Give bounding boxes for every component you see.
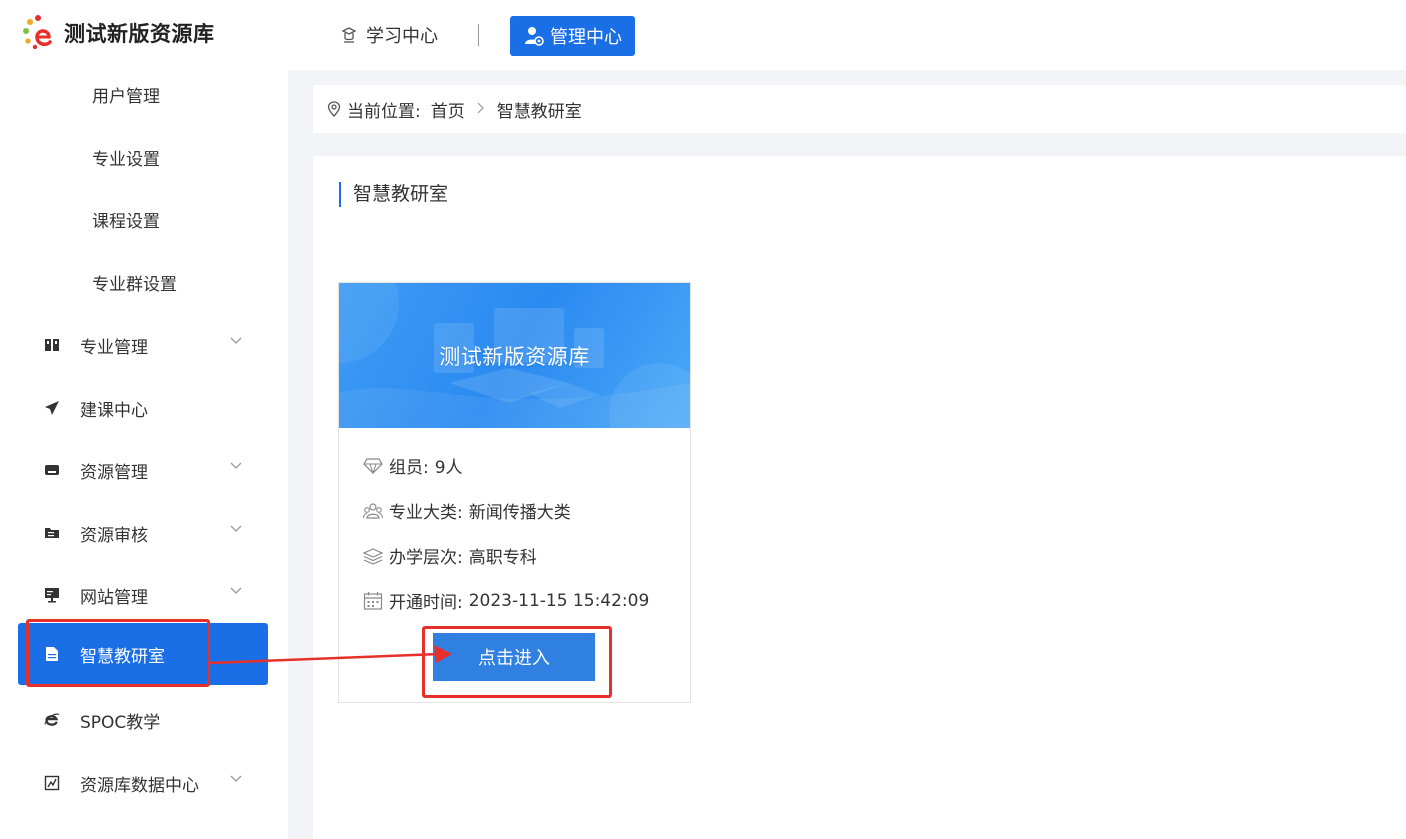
dashboard-icon (44, 775, 60, 791)
sidebar: 用户管理 专业设置 课程设置 专业群设置 专业管理 建课中心 资源管理 资源审核 (0, 70, 288, 839)
book-icon (44, 337, 60, 353)
card-members-row: 组员: 9人 (363, 453, 463, 478)
nav-divider (478, 24, 479, 46)
sidebar-item-label: SPOC教学 (80, 712, 161, 733)
diamond-icon (363, 457, 383, 475)
sidebar-item-label: 资源库数据中心 (80, 775, 199, 796)
breadcrumb-prefix: 当前位置: (347, 101, 421, 122)
nav-learning-center[interactable]: 学习中心 (340, 18, 438, 52)
chevron-down-icon (230, 518, 242, 538)
group-users-icon (363, 502, 383, 519)
nav-admin-center-label: 管理中心 (550, 27, 622, 48)
members-value: 9人 (434, 458, 463, 478)
category-label: 专业大类: (389, 503, 463, 523)
teaching-office-card: 测试新版资源库 组员: 9人 专业大类: 新闻传播大类 办学层次: 高职专科 开… (338, 282, 691, 703)
sidebar-item-smart-teaching-office[interactable]: 智慧教研室 (18, 623, 268, 685)
sidebar-subitem-major-settings[interactable]: 专业设置 (92, 145, 160, 170)
document-icon (44, 646, 60, 662)
card-banner-title: 测试新版资源库 (439, 344, 590, 369)
level-value: 高职专科 (468, 548, 537, 568)
sidebar-item-major-management[interactable]: 专业管理 (18, 314, 268, 376)
sidebar-item-spoc-teaching[interactable]: SPOC教学 (18, 689, 268, 751)
chevron-right-icon (477, 99, 485, 119)
page-title: 智慧教研室 (339, 182, 448, 207)
layers-icon (363, 547, 383, 565)
sidebar-subitem-user-management[interactable]: 用户管理 (92, 82, 160, 107)
card-level-row: 办学层次: 高职专科 (363, 543, 537, 568)
ie-icon (44, 712, 60, 728)
sidebar-item-label: 智慧教研室 (80, 646, 165, 667)
level-label: 办学层次: (389, 548, 463, 568)
graduation-icon (341, 27, 357, 43)
sidebar-item-resource-management[interactable]: 资源管理 (18, 439, 268, 501)
paper-plane-icon (44, 400, 60, 416)
sidebar-item-course-center[interactable]: 建课中心 (18, 377, 268, 439)
breadcrumb-home[interactable]: 首页 (431, 97, 465, 122)
logo-text: 测试新版资源库 (64, 22, 215, 46)
members-label: 组员: (389, 458, 429, 478)
folder-list-icon (44, 525, 60, 541)
chevron-down-icon (230, 580, 242, 600)
top-bar: 测试新版资源库 学习中心 管理中心 (0, 0, 1406, 70)
chevron-down-icon (230, 330, 242, 350)
sidebar-item-data-center[interactable]: 资源库数据中心 (18, 752, 268, 814)
breadcrumb-current: 智慧教研室 (496, 101, 582, 122)
sidebar-item-label: 资源审核 (80, 525, 148, 546)
sidebar-subitem-major-group-settings[interactable]: 专业群设置 (92, 270, 177, 295)
open-time-label: 开通时间: (389, 593, 463, 613)
logo-icon (22, 14, 60, 52)
sidebar-item-resource-review[interactable]: 资源审核 (18, 502, 268, 564)
nav-learning-center-label: 学习中心 (366, 26, 438, 47)
sidebar-item-label: 专业管理 (80, 337, 148, 358)
location-pin-icon (327, 101, 341, 117)
sidebar-item-label: 网站管理 (80, 587, 148, 608)
chevron-down-icon (230, 455, 242, 475)
breadcrumb: 当前位置: 首页 智慧教研室 (313, 85, 1406, 133)
card-banner: 测试新版资源库 (339, 283, 690, 428)
enter-button[interactable]: 点击进入 (433, 633, 595, 681)
calendar-icon (363, 591, 383, 610)
open-time-value: 2023-11-15 15:42:09 (468, 590, 650, 611)
chevron-down-icon (230, 768, 242, 788)
sidebar-item-website-management[interactable]: 网站管理 (18, 564, 268, 626)
inbox-icon (44, 462, 60, 478)
card-category-row: 专业大类: 新闻传播大类 (363, 498, 571, 523)
nav-admin-center[interactable]: 管理中心 (510, 16, 635, 56)
sidebar-item-label: 资源管理 (80, 462, 148, 483)
user-gear-icon (525, 27, 544, 46)
main-panel: 智慧教研室 测试新版资源库 组员: 9人 专业大类: 新闻传播大类 办学层次: … (313, 156, 1406, 839)
logo[interactable]: 测试新版资源库 (22, 14, 215, 52)
sidebar-item-label: 建课中心 (80, 400, 148, 421)
monitor-icon (44, 587, 60, 603)
sidebar-subitem-course-settings[interactable]: 课程设置 (92, 207, 160, 232)
card-open-time-row: 开通时间: 2023-11-15 15:42:09 (363, 588, 649, 613)
category-value: 新闻传播大类 (468, 503, 571, 523)
